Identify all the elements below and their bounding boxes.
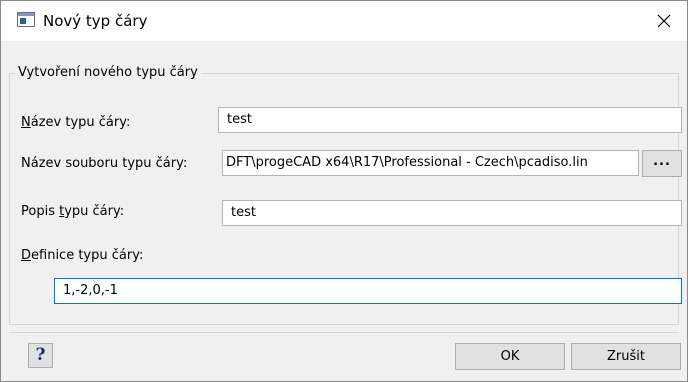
linetype-description-input[interactable]: test (222, 200, 682, 226)
linetype-description-label-pre: Popis (21, 204, 60, 219)
linetype-name-label-text: ázev typu čáry: (30, 115, 131, 130)
group-title: Vytvoření nového typu čáry (15, 65, 201, 80)
dialog-title: Nový typ čáry (43, 12, 148, 30)
dialog-window: Nový typ čáry Vytvoření nového typu čáry… (0, 0, 688, 382)
dialog-window-icon (17, 12, 35, 27)
title-bar: Nový typ čáry (1, 1, 687, 41)
linetype-definition-label: Definice typu čáry: (21, 248, 143, 263)
linetype-name-input[interactable]: test (218, 107, 682, 133)
linetype-name-label-mnemonic: N (21, 115, 31, 130)
linetype-file-label: Název souboru typu čáry: (21, 156, 188, 171)
ok-button[interactable]: OK (455, 343, 565, 370)
linetype-description-label-text: ypu čáry: (64, 204, 125, 219)
linetype-name-label: Název typu čáry: (21, 115, 130, 130)
linetype-definition-label-text: efinice typu čáry: (31, 248, 144, 263)
cancel-button[interactable]: Zrušit (571, 343, 681, 370)
close-icon (657, 14, 671, 28)
linetype-definition-input[interactable]: 1,-2,0,-1 (54, 278, 682, 304)
linetype-file-input[interactable]: DFT\progeCAD x64\R17\Professional - Czec… (222, 150, 639, 176)
linetype-definition-label-mnemonic: D (21, 248, 32, 263)
close-button[interactable] (641, 1, 687, 41)
footer-divider (9, 332, 679, 333)
browse-button[interactable]: ... (642, 150, 682, 177)
help-button[interactable]: ? (28, 343, 53, 368)
linetype-description-label: Popis typu čáry: (21, 204, 124, 219)
